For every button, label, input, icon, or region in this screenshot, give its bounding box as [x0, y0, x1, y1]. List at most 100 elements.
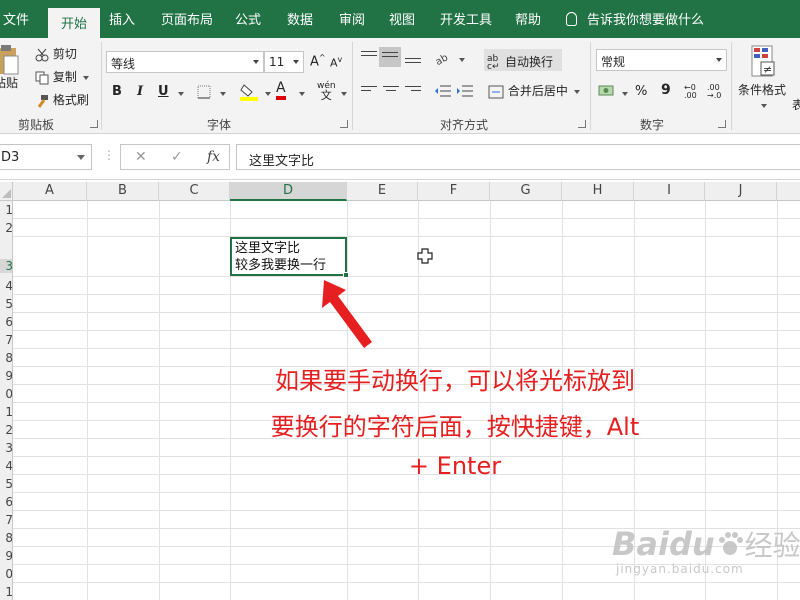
chevron-down-icon[interactable] [220, 92, 226, 96]
tab-help[interactable]: 帮助 [515, 9, 541, 28]
row-header-8[interactable]: 8 [0, 351, 12, 365]
wrap-text-button[interactable]: ab c↵ 自动换行 [484, 49, 562, 71]
tell-me-search[interactable]: 告诉我你想要做什么 [566, 9, 704, 28]
font-color-button[interactable]: A [276, 80, 286, 100]
bold-button[interactable]: B [112, 84, 122, 99]
align-right-icon[interactable] [405, 86, 421, 98]
enter-icon[interactable]: ✓ [171, 149, 183, 165]
formula-input[interactable]: 这里文字比 [236, 144, 800, 170]
row-header-2[interactable]: 2 [0, 221, 12, 235]
row-header-1[interactable]: 1 [0, 203, 12, 217]
select-all-corner[interactable] [0, 182, 13, 201]
row-header-17[interactable]: 7 [0, 513, 12, 527]
tab-formulas[interactable]: 公式 [235, 9, 261, 28]
row-header-14[interactable]: 4 [0, 459, 12, 473]
conditional-formatting-button[interactable]: 条件格式 [738, 81, 786, 112]
name-box[interactable]: D3 [0, 144, 92, 170]
format-painter-button[interactable]: 格式刷 [35, 91, 89, 108]
column-header-d[interactable]: D [230, 182, 347, 201]
name-box-value: D3 [1, 150, 20, 165]
tab-file[interactable]: 文件 [3, 9, 29, 28]
column-header-h[interactable]: H [562, 182, 634, 201]
insert-function-icon[interactable]: fx [207, 149, 220, 165]
row-header-12[interactable]: 2 [0, 423, 12, 437]
tab-view[interactable]: 视图 [389, 9, 415, 28]
borders-icon[interactable] [197, 85, 211, 99]
column-header-c[interactable]: C [159, 182, 230, 201]
shrink-font-button[interactable]: Av [330, 55, 342, 70]
paste-button[interactable]: 粘贴 [0, 44, 24, 91]
column-header-f[interactable]: F [418, 182, 490, 201]
row-header-11[interactable]: 1 [0, 405, 12, 419]
column-header-a[interactable]: A [13, 182, 87, 201]
cancel-icon[interactable]: ✕ [135, 149, 147, 165]
increase-decimal-icon[interactable]: ←0.00 [684, 84, 697, 100]
number-launcher-icon[interactable] [718, 120, 726, 128]
chevron-down-icon[interactable] [178, 92, 184, 96]
tab-review[interactable]: 审阅 [339, 9, 365, 28]
column-header-g[interactable]: G [490, 182, 562, 201]
top-align-icon[interactable] [361, 51, 377, 63]
middle-align-button[interactable] [379, 47, 401, 67]
column-header-b[interactable]: B [87, 182, 159, 201]
row-header-19[interactable]: 9 [0, 549, 12, 563]
conditional-formatting-icon[interactable]: ≠ [751, 45, 777, 79]
tab-page-layout[interactable]: 页面布局 [161, 9, 213, 28]
cut-button[interactable]: 剪切 [35, 45, 77, 62]
row-header-20[interactable]: 0 [0, 567, 12, 581]
alignment-launcher-icon[interactable] [578, 120, 586, 128]
gridline [13, 276, 800, 277]
tab-insert[interactable]: 插入 [109, 9, 135, 28]
column-header-e[interactable]: E [347, 182, 418, 201]
chevron-down-icon[interactable] [299, 92, 305, 96]
row-header-6[interactable]: 6 [0, 315, 12, 329]
chevron-down-icon[interactable] [265, 92, 271, 96]
copy-button[interactable]: 复制 [35, 68, 89, 85]
italic-button[interactable]: I [137, 84, 143, 99]
tab-home[interactable]: 开始 [48, 8, 101, 38]
row-header-16[interactable]: 6 [0, 495, 12, 509]
merge-center-button[interactable]: 合并后居中 [488, 82, 580, 99]
row-header-15[interactable]: 5 [0, 477, 12, 491]
row-header-21[interactable]: 1 [0, 585, 12, 599]
increase-indent-icon[interactable] [456, 84, 474, 98]
copy-icon [35, 71, 49, 84]
font-name-combo[interactable]: 等线 [106, 51, 264, 73]
number-format-combo[interactable]: 常规 [596, 49, 727, 71]
align-center-icon[interactable] [383, 86, 399, 98]
row-header-3[interactable]: 3 [0, 259, 12, 273]
comma-style-button[interactable]: 9 [661, 82, 671, 98]
align-left-icon[interactable] [361, 86, 377, 98]
row-header-4[interactable]: 4 [0, 279, 12, 293]
underline-button[interactable]: U [158, 84, 169, 99]
column-header-j[interactable]: J [705, 182, 777, 201]
clipboard-launcher-icon[interactable] [90, 120, 98, 128]
phonetic-guide-button[interactable]: wén 文 [317, 82, 336, 102]
chevron-down-icon[interactable] [341, 92, 347, 96]
font-launcher-icon[interactable] [340, 120, 348, 128]
row-header-5[interactable]: 5 [0, 297, 12, 311]
font-size-value: 11 [269, 55, 285, 69]
currency-icon[interactable] [598, 84, 616, 98]
row-header-18[interactable]: 8 [0, 531, 12, 545]
tab-developer[interactable]: 开发工具 [440, 9, 492, 28]
font-size-combo[interactable]: 11 [264, 51, 304, 73]
grow-font-button[interactable]: A^ [310, 53, 326, 69]
drag-handle-icon[interactable]: ⋮ [103, 148, 115, 162]
format-as-table-label[interactable]: 表 [792, 96, 800, 113]
orientation-icon[interactable]: ab [435, 51, 453, 65]
fill-color-icon[interactable] [240, 82, 258, 102]
row-header-10[interactable]: 0 [0, 387, 12, 401]
decrease-indent-icon[interactable] [434, 84, 452, 98]
bottom-align-icon[interactable] [405, 58, 421, 70]
cell-d3[interactable]: 这里文字比 较多我要换一行 [230, 237, 349, 278]
column-header-i[interactable]: I [634, 182, 705, 201]
chevron-down-icon[interactable] [459, 58, 465, 62]
row-header-13[interactable]: 3 [0, 441, 12, 455]
decrease-decimal-icon[interactable]: .00 →.0 [707, 84, 721, 100]
row-header-7[interactable]: 7 [0, 333, 12, 347]
percent-button[interactable]: % [635, 84, 647, 99]
row-header-9[interactable]: 9 [0, 369, 12, 383]
chevron-down-icon[interactable] [622, 92, 628, 96]
tab-data[interactable]: 数据 [287, 9, 313, 28]
